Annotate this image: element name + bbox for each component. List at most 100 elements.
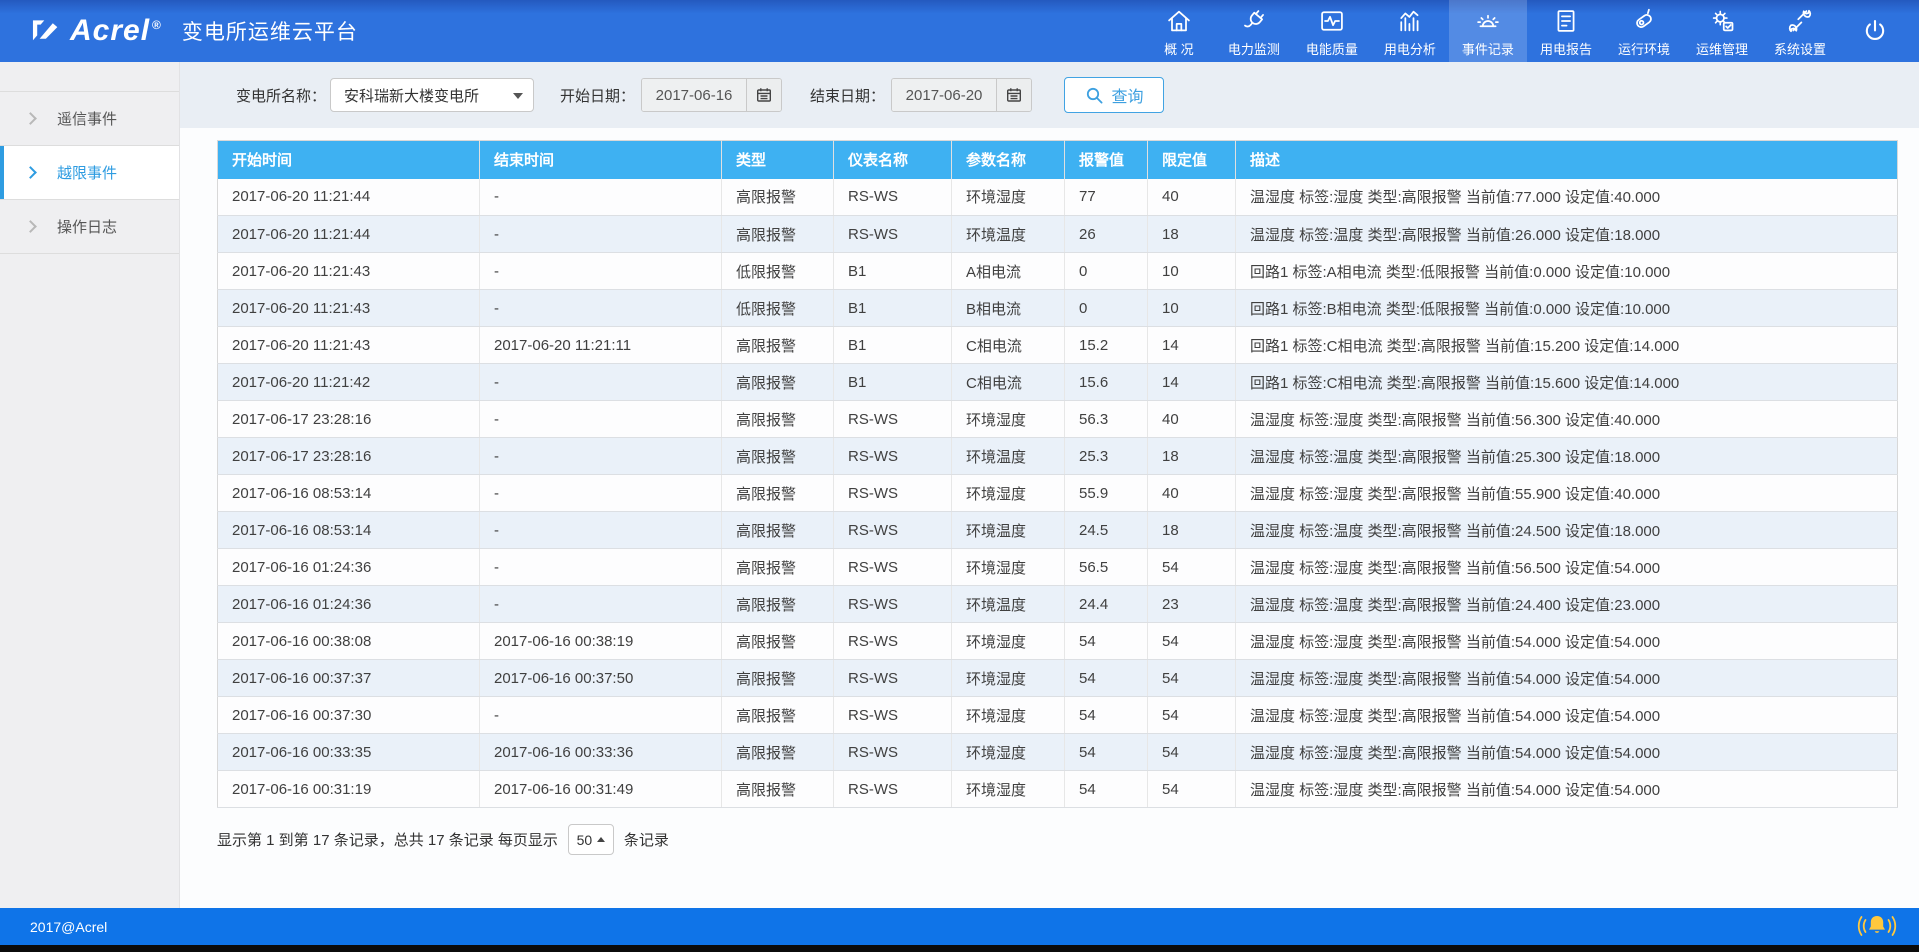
acrel-logo-icon bbox=[28, 14, 62, 48]
report-document-icon bbox=[1552, 5, 1580, 35]
table-row[interactable]: 2017-06-16 00:37:372017-06-16 00:37:50高限… bbox=[218, 660, 1898, 697]
table-cell: 环境湿度 bbox=[952, 549, 1065, 586]
table-row[interactable]: 2017-06-20 11:21:44-高限报警RS-WS环境温度2618温湿度… bbox=[218, 216, 1898, 253]
table-cell: - bbox=[480, 364, 722, 401]
table-cell: 高限报警 bbox=[722, 623, 834, 660]
table-cell: RS-WS bbox=[834, 549, 952, 586]
table-cell: 2017-06-16 01:24:36 bbox=[218, 549, 480, 586]
table-cell: 54 bbox=[1065, 771, 1148, 808]
table-cell: 温湿度 标签:湿度 类型:高限报警 当前值:54.000 设定值:54.000 bbox=[1236, 660, 1898, 697]
table-row[interactable]: 2017-06-16 08:53:14-高限报警RS-WS环境湿度55.940温… bbox=[218, 475, 1898, 512]
table-cell: 10 bbox=[1148, 290, 1236, 327]
sidebar-item-1[interactable]: 越限事件 bbox=[0, 146, 179, 200]
copyright: 2017@Acrel bbox=[30, 919, 107, 935]
table-cell: 2017-06-20 11:21:42 bbox=[218, 364, 480, 401]
table-row[interactable]: 2017-06-20 11:21:44-高限报警RS-WS环境湿度7740温湿度… bbox=[218, 179, 1898, 216]
table-cell: 26 bbox=[1065, 216, 1148, 253]
power-icon bbox=[1861, 17, 1889, 45]
sidebar-item-2[interactable]: 操作日志 bbox=[0, 200, 179, 254]
table-row[interactable]: 2017-06-16 00:31:192017-06-16 00:31:49高限… bbox=[218, 771, 1898, 808]
maintenance-gear-icon bbox=[1708, 5, 1736, 35]
table-cell: - bbox=[480, 512, 722, 549]
events-table: 开始时间结束时间类型仪表名称参数名称报警值限定值描述 2017-06-20 11… bbox=[217, 140, 1898, 808]
nav-item-label: 运行环境 bbox=[1618, 39, 1670, 58]
logout-power-button[interactable] bbox=[1839, 0, 1919, 62]
nav-item-4[interactable]: 事件记录 bbox=[1449, 0, 1527, 62]
table-cell: 2017-06-20 11:21:44 bbox=[218, 216, 480, 253]
alarm-siren-icon bbox=[1474, 5, 1502, 35]
table-row[interactable]: 2017-06-16 00:37:30-高限报警RS-WS环境湿度5454温湿度… bbox=[218, 697, 1898, 734]
table-cell: A相电流 bbox=[952, 253, 1065, 290]
table-cell: - bbox=[480, 253, 722, 290]
column-header-0: 开始时间 bbox=[218, 141, 480, 179]
table-cell: 环境湿度 bbox=[952, 734, 1065, 771]
nav-item-1[interactable]: 电力监测 bbox=[1215, 0, 1293, 62]
query-button[interactable]: 查询 bbox=[1064, 77, 1164, 113]
end-date-calendar-button[interactable] bbox=[996, 79, 1031, 111]
table-row[interactable]: 2017-06-16 00:33:352017-06-16 00:33:36高限… bbox=[218, 734, 1898, 771]
main-content: 变电所名称： 安科瑞新大楼变电所 开始日期： bbox=[180, 62, 1919, 908]
table-cell: 2017-06-16 08:53:14 bbox=[218, 512, 480, 549]
table-cell: 回路1 标签:C相电流 类型:高限报警 当前值:15.200 设定值:14.00… bbox=[1236, 327, 1898, 364]
table-cell: B1 bbox=[834, 327, 952, 364]
sidebar-item-0[interactable]: 遥信事件 bbox=[0, 92, 179, 146]
table-panel: 开始时间结束时间类型仪表名称参数名称报警值限定值描述 2017-06-20 11… bbox=[180, 128, 1919, 908]
table-cell: 2017-06-16 00:31:19 bbox=[218, 771, 480, 808]
table-cell: 2017-06-16 00:37:30 bbox=[218, 697, 480, 734]
table-cell: 77 bbox=[1065, 179, 1148, 216]
station-select[interactable]: 安科瑞新大楼变电所 bbox=[330, 78, 534, 112]
table-row[interactable]: 2017-06-20 11:21:432017-06-20 11:21:11高限… bbox=[218, 327, 1898, 364]
table-cell: 温湿度 标签:湿度 类型:高限报警 当前值:56.500 设定值:54.000 bbox=[1236, 549, 1898, 586]
table-cell: - bbox=[480, 697, 722, 734]
pagination-summary: 显示第 1 到第 17 条记录，总共 17 条记录 每页显示 bbox=[217, 829, 558, 850]
table-cell: 54 bbox=[1148, 549, 1236, 586]
table-row[interactable]: 2017-06-20 11:21:43-低限报警B1B相电流010回路1 标签:… bbox=[218, 290, 1898, 327]
chevron-right-icon bbox=[24, 112, 37, 125]
table-row[interactable]: 2017-06-16 01:24:36-高限报警RS-WS环境温度24.423温… bbox=[218, 586, 1898, 623]
start-date-input[interactable] bbox=[642, 79, 746, 111]
chevron-right-icon bbox=[24, 166, 37, 179]
table-row[interactable]: 2017-06-16 01:24:36-高限报警RS-WS环境湿度56.554温… bbox=[218, 549, 1898, 586]
table-cell: 54 bbox=[1065, 734, 1148, 771]
nav-item-6[interactable]: 运行环境 bbox=[1605, 0, 1683, 62]
table-cell: 温湿度 标签:温度 类型:高限报警 当前值:25.300 设定值:18.000 bbox=[1236, 438, 1898, 475]
nav-item-2[interactable]: 电能质量 bbox=[1293, 0, 1371, 62]
station-select-value: 安科瑞新大楼变电所 bbox=[344, 85, 513, 106]
chevron-right-icon bbox=[24, 220, 37, 233]
start-date-calendar-button[interactable] bbox=[746, 79, 781, 111]
column-header-5: 报警值 bbox=[1065, 141, 1148, 179]
nav-item-5[interactable]: 用电报告 bbox=[1527, 0, 1605, 62]
table-cell: 温湿度 标签:湿度 类型:高限报警 当前值:54.000 设定值:54.000 bbox=[1236, 623, 1898, 660]
table-cell: - bbox=[480, 290, 722, 327]
power-quality-icon bbox=[1318, 5, 1346, 35]
end-date-input[interactable] bbox=[892, 79, 996, 111]
table-row[interactable]: 2017-06-20 11:21:43-低限报警B1A相电流010回路1 标签:… bbox=[218, 253, 1898, 290]
table-cell: 温湿度 标签:温度 类型:高限报警 当前值:24.400 设定值:23.000 bbox=[1236, 586, 1898, 623]
table-cell: 环境湿度 bbox=[952, 623, 1065, 660]
select-caret-icon bbox=[513, 93, 523, 104]
table-cell: 高限报警 bbox=[722, 401, 834, 438]
table-row[interactable]: 2017-06-17 23:28:16-高限报警RS-WS环境湿度56.340温… bbox=[218, 401, 1898, 438]
table-cell: 低限报警 bbox=[722, 290, 834, 327]
table-body: 2017-06-20 11:21:44-高限报警RS-WS环境湿度7740温湿度… bbox=[218, 179, 1898, 808]
brand-name: Acrel® bbox=[70, 14, 162, 48]
table-row[interactable]: 2017-06-20 11:21:42-高限报警B1C相电流15.614回路1 … bbox=[218, 364, 1898, 401]
nav-item-label: 事件记录 bbox=[1462, 39, 1514, 58]
table-header-row: 开始时间结束时间类型仪表名称参数名称报警值限定值描述 bbox=[218, 141, 1898, 179]
table-row[interactable]: 2017-06-16 00:38:082017-06-16 00:38:19高限… bbox=[218, 623, 1898, 660]
table-cell: 54 bbox=[1065, 697, 1148, 734]
nav-item-7[interactable]: 运维管理 bbox=[1683, 0, 1761, 62]
table-cell: 高限报警 bbox=[722, 586, 834, 623]
table-cell: 回路1 标签:C相电流 类型:高限报警 当前值:15.600 设定值:14.00… bbox=[1236, 364, 1898, 401]
alarm-bell-icon[interactable] bbox=[1857, 910, 1897, 947]
nav-item-3[interactable]: 用电分析 bbox=[1371, 0, 1449, 62]
nav-item-8[interactable]: 系统设置 bbox=[1761, 0, 1839, 62]
table-row[interactable]: 2017-06-16 08:53:14-高限报警RS-WS环境温度24.518温… bbox=[218, 512, 1898, 549]
table-row[interactable]: 2017-06-17 23:28:16-高限报警RS-WS环境温度25.318温… bbox=[218, 438, 1898, 475]
nav-item-0[interactable]: 概 况 bbox=[1143, 0, 1215, 62]
top-header: Acrel® 变电所运维云平台 概 况电力监测电能质量用电分析事件记录用电报告运… bbox=[0, 0, 1919, 62]
table-cell: 54 bbox=[1148, 660, 1236, 697]
table-cell: 高限报警 bbox=[722, 512, 834, 549]
table-cell: 2017-06-16 00:37:37 bbox=[218, 660, 480, 697]
page-size-select[interactable]: 50 bbox=[568, 824, 614, 855]
